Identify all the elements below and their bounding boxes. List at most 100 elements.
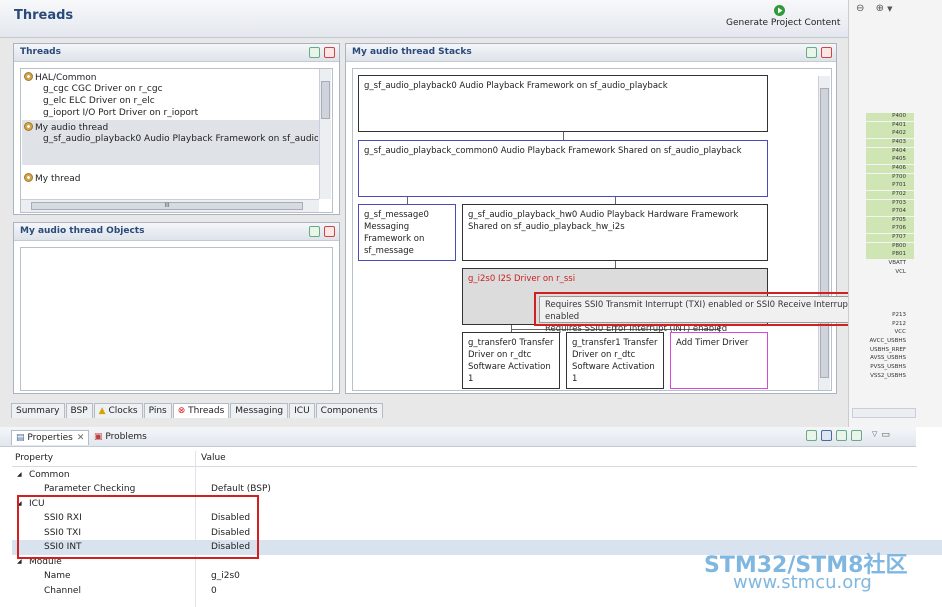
pin-map-hscroll[interactable] bbox=[852, 408, 916, 418]
block-transfer1[interactable]: g_transfer1 Transfer Driver on r_dtc Sof… bbox=[566, 332, 664, 389]
view-menu-icon[interactable]: ▽ bbox=[872, 430, 877, 441]
pin-label[interactable]: P801 bbox=[866, 251, 914, 260]
pin-label[interactable]: P703 bbox=[866, 199, 914, 208]
warning-icon: ▲ bbox=[98, 406, 109, 416]
pin-label[interactable]: VSS2_USBHS bbox=[866, 373, 914, 381]
add-stack-icon[interactable] bbox=[806, 47, 817, 58]
pin-label[interactable]: P213 bbox=[866, 312, 914, 320]
expand-arrow-icon[interactable]: ◢ bbox=[17, 500, 22, 507]
tab-clocks[interactable]: ▲ Clocks bbox=[93, 403, 143, 418]
pin-label[interactable]: P404 bbox=[866, 147, 914, 156]
pin-label[interactable]: P706 bbox=[866, 225, 914, 234]
pin-label[interactable]: USBHS_RREF bbox=[866, 347, 914, 355]
prop-row-ssi0-txi[interactable]: SSI0 TXI Disabled bbox=[12, 526, 917, 541]
pin-label[interactable]: PVSS_USBHS bbox=[866, 364, 914, 372]
tab-icu[interactable]: ICU bbox=[289, 403, 315, 418]
play-icon bbox=[774, 5, 785, 16]
expand-arrow-icon[interactable]: ◢ bbox=[17, 471, 22, 478]
pin-label[interactable]: AVSS_USBHS bbox=[866, 355, 914, 363]
tree-item-my-thread[interactable]: My thread bbox=[24, 173, 80, 184]
pin-label[interactable]: P701 bbox=[866, 182, 914, 191]
tab-summary[interactable]: Summary bbox=[11, 403, 65, 418]
close-icon[interactable]: ✕ bbox=[77, 433, 85, 443]
block-add-timer[interactable]: Add Timer Driver bbox=[670, 332, 768, 389]
tree-item-ioport[interactable]: g_ioport I/O Port Driver on r_ioport bbox=[43, 108, 198, 118]
zoom-out-icon[interactable]: ⊖ bbox=[856, 3, 864, 14]
pin-label[interactable] bbox=[866, 295, 914, 303]
generate-button[interactable]: Generate Project Content bbox=[722, 4, 840, 32]
stacks-vscrollbar[interactable] bbox=[818, 76, 830, 390]
tab-threads[interactable]: ⊗ Threads bbox=[172, 403, 230, 418]
column-property[interactable]: Property bbox=[15, 453, 53, 463]
pin-label[interactable] bbox=[866, 303, 914, 311]
pin-label[interactable]: P403 bbox=[866, 138, 914, 147]
pin-label[interactable]: P401 bbox=[866, 121, 914, 130]
prop-row-parameter-checking[interactable]: Parameter Checking Default (BSP) bbox=[12, 482, 917, 497]
remove-stack-icon[interactable] bbox=[821, 47, 832, 58]
tab-problems[interactable]: ▣ Problems bbox=[94, 432, 147, 442]
pin-label[interactable]: VCL bbox=[866, 269, 914, 277]
pin-label[interactable]: P405 bbox=[866, 156, 914, 165]
prop-row-icu[interactable]: ◢ ICU bbox=[12, 497, 917, 512]
pin-label[interactable]: P700 bbox=[866, 173, 914, 182]
column-value[interactable]: Value bbox=[201, 453, 226, 463]
properties-icon: ▤ bbox=[16, 433, 28, 443]
block-playback-hw[interactable]: g_sf_audio_playback_hw0 Audio Playback H… bbox=[462, 204, 768, 261]
tab-properties[interactable]: ▤ Properties ✕ bbox=[11, 430, 90, 445]
prop-row-ssi0-rxi[interactable]: SSI0 RXI Disabled bbox=[12, 511, 917, 526]
block-transfer0[interactable]: g_transfer0 Transfer Driver on r_dtc Sof… bbox=[462, 332, 560, 389]
prop-row-common[interactable]: ◢ Common bbox=[12, 468, 917, 483]
tree-item-cgc[interactable]: g_cgc CGC Driver on r_cgc bbox=[43, 84, 163, 94]
tab-components[interactable]: Components bbox=[315, 403, 383, 418]
connector-4 bbox=[615, 261, 616, 268]
show-advanced-icon[interactable] bbox=[836, 430, 847, 441]
add-object-icon[interactable] bbox=[309, 226, 320, 237]
tab-bsp[interactable]: BSP bbox=[65, 403, 93, 418]
pin-label[interactable]: P800 bbox=[866, 242, 914, 251]
show-categories-icon[interactable] bbox=[821, 430, 832, 441]
tree-item-audio-playback[interactable]: g_sf_audio_playback0 Audio Playback Fram… bbox=[43, 134, 318, 144]
gear-icon bbox=[24, 122, 33, 131]
pin-view-icon[interactable] bbox=[806, 430, 817, 441]
pin-label[interactable]: VCC bbox=[866, 329, 914, 337]
remove-object-icon[interactable] bbox=[324, 226, 335, 237]
pin-label[interactable]: P702 bbox=[866, 190, 914, 199]
remove-thread-icon[interactable] bbox=[324, 47, 335, 58]
restore-default-icon[interactable] bbox=[851, 430, 862, 441]
add-thread-icon[interactable] bbox=[309, 47, 320, 58]
pin-label[interactable] bbox=[866, 277, 914, 285]
stacks-panel-title: My audio thread Stacks bbox=[352, 47, 472, 57]
properties-toolbar: ▽ ▭ bbox=[806, 430, 890, 441]
chevron-down-icon[interactable]: ▼ bbox=[887, 5, 892, 13]
tree-item-elc[interactable]: g_elc ELC Driver on r_elc bbox=[43, 96, 155, 106]
tree-item-my-audio-thread[interactable]: My audio thread bbox=[24, 122, 108, 133]
minimize-icon[interactable]: ▭ bbox=[881, 430, 890, 441]
tab-pins[interactable]: Pins bbox=[143, 403, 172, 418]
objects-panel: My audio thread Objects bbox=[13, 222, 340, 394]
threads-hscrollbar[interactable]: III bbox=[21, 199, 319, 212]
block-audio-playback-common[interactable]: g_sf_audio_playback_common0 Audio Playba… bbox=[358, 140, 768, 197]
page-title: Threads bbox=[14, 8, 74, 23]
threads-panel-header: Threads bbox=[14, 44, 339, 62]
pin-label[interactable] bbox=[866, 286, 914, 294]
pin-label[interactable]: P212 bbox=[866, 321, 914, 329]
editor-tabs: Summary BSP ▲ Clocks Pins ⊗ Threads Mess… bbox=[11, 403, 384, 418]
expand-arrow-icon[interactable]: ◢ bbox=[17, 558, 22, 565]
pin-label[interactable]: P406 bbox=[866, 164, 914, 173]
block-message[interactable]: g_sf_message0 Messaging Framework on sf_… bbox=[358, 204, 456, 261]
objects-list bbox=[20, 247, 333, 391]
pin-label[interactable]: P707 bbox=[866, 234, 914, 243]
threads-vscrollbar[interactable] bbox=[319, 69, 331, 199]
pin-label[interactable]: VBATT bbox=[866, 260, 914, 268]
tab-messaging[interactable]: Messaging bbox=[230, 403, 289, 418]
pin-label[interactable]: P705 bbox=[866, 216, 914, 225]
tree-item-hal-common[interactable]: HAL/Common bbox=[24, 72, 97, 83]
zoom-in-icon[interactable]: ⊕ bbox=[876, 3, 884, 14]
pin-label[interactable]: AVCC_USBHS bbox=[866, 338, 914, 346]
pin-label[interactable]: P400 bbox=[866, 113, 914, 121]
pin-label[interactable]: P402 bbox=[866, 130, 914, 139]
hscroll-thumb[interactable]: III bbox=[31, 202, 303, 210]
scroll-thumb[interactable] bbox=[321, 81, 330, 119]
block-audio-playback[interactable]: g_sf_audio_playback0 Audio Playback Fram… bbox=[358, 75, 768, 132]
pin-label[interactable]: P704 bbox=[866, 208, 914, 217]
